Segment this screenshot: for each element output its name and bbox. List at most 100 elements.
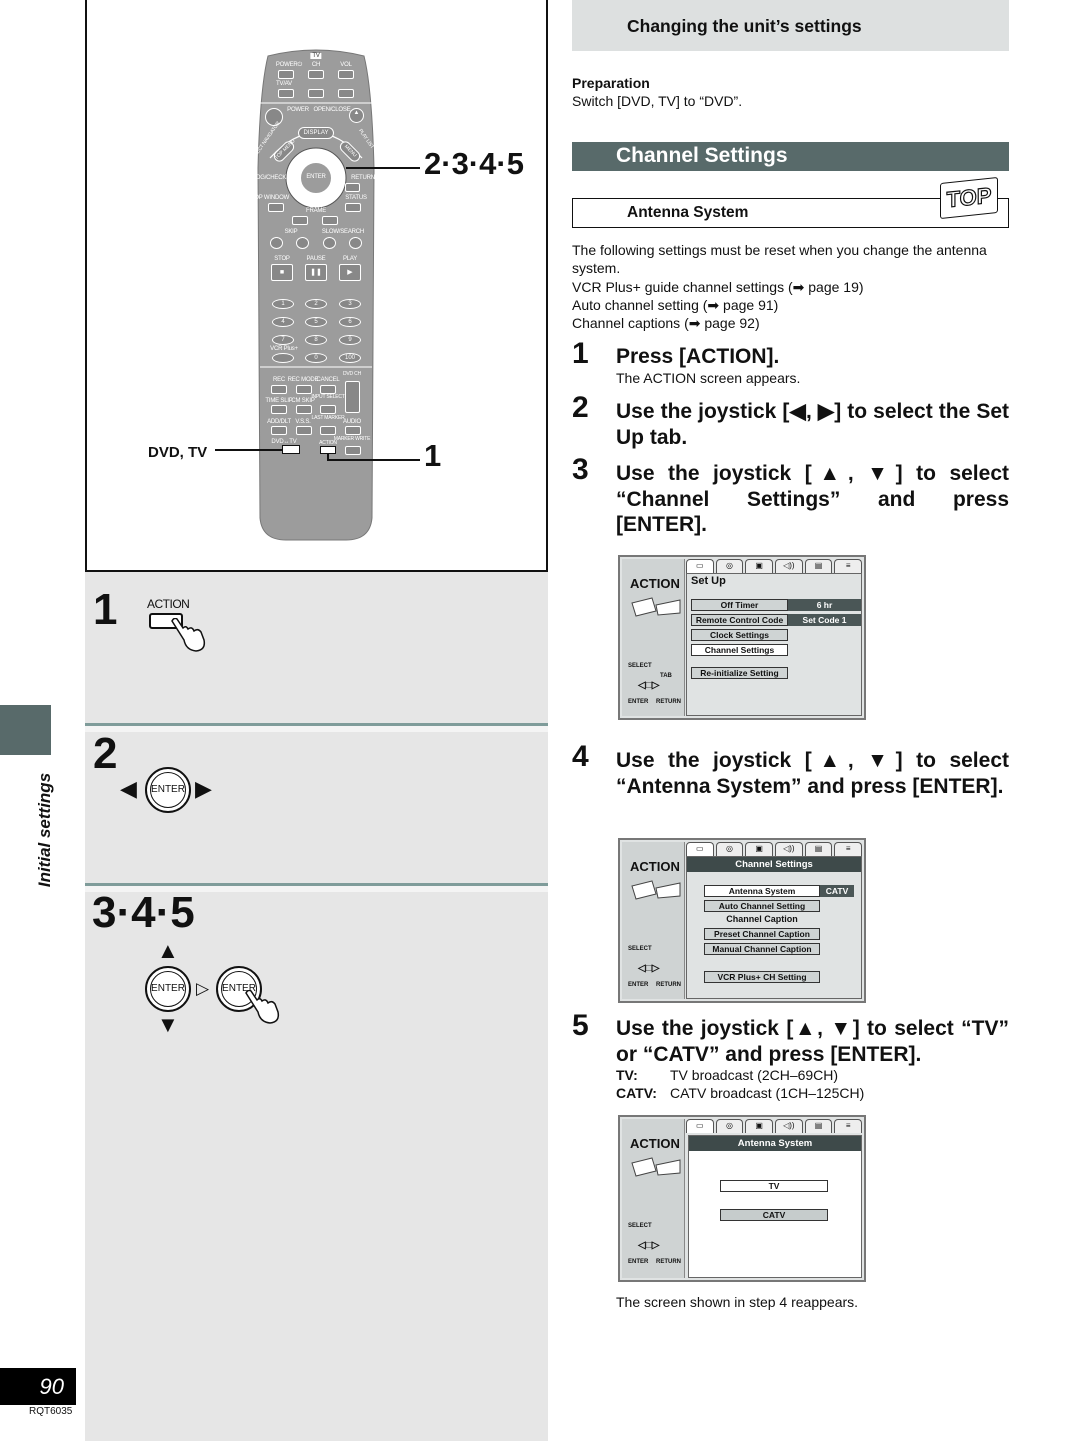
tvav-label: TV/AV [276,81,292,87]
search-back-button[interactable] [323,237,336,249]
callout-steps: 2·3·4·5 [424,146,524,181]
dvd-recorder-icon [631,1157,681,1177]
tv-power-button[interactable] [278,70,294,79]
channel-settings-screen: ACTION SELECT ◁□▷ ENTER RETURN ▭ ◎ ▣ ◁)) ▤ ≡ … [618,838,866,1003]
time-slip-button[interactable] [271,405,287,414]
time-slip-label: TIME SLIP [265,398,293,404]
num-button[interactable]: 9 [339,335,361,345]
return-button[interactable] [345,183,360,192]
audio-button[interactable] [345,426,361,435]
action-button[interactable] [320,446,336,454]
audio-label: AUDIO [342,419,362,425]
search-forward-button[interactable] [349,237,362,249]
input-select-button[interactable] [320,405,336,414]
joystick-enter-button[interactable]: ENTER [306,174,326,180]
intro-link[interactable]: Channel captions (➡ page 92) [572,314,760,332]
menu-item-auto-channel-setting[interactable]: Auto Channel Setting [704,900,820,912]
option-tv[interactable]: TV [720,1180,828,1192]
rec-mode-button[interactable] [296,385,312,394]
pause-label: PAUSE [306,256,326,262]
dvd-ch-button[interactable] [345,381,360,413]
menu-item-clock-settings[interactable]: Clock Settings [691,629,788,641]
cm-skip-button[interactable] [296,405,312,414]
tab-setup-icon[interactable]: ▭ [686,842,714,856]
tab-display-icon[interactable]: ▤ [804,559,833,573]
top-window-button[interactable] [268,203,284,212]
vol-up-button[interactable] [338,70,354,79]
step-text: Use the joystick [◀, ▶] to select the Se… [616,400,1009,449]
intro-text: The following settings must be reset whe… [572,242,987,276]
tab-display-icon[interactable]: ▤ [804,842,833,856]
tab-other-icon[interactable]: ≡ [834,842,863,856]
display-button[interactable]: DISPLAY [298,127,334,139]
tab-audio-icon[interactable]: ◁)) [775,842,803,856]
status-button[interactable] [345,203,361,212]
tab-picture-icon[interactable]: ▣ [745,559,774,573]
stop-label: STOP [274,256,290,262]
num-button[interactable]: 0 [305,353,327,363]
eject-button[interactable]: ▲ [349,108,364,123]
tab-disc-icon[interactable]: ◎ [715,842,744,856]
num-button[interactable]: 7 [272,335,294,345]
ch-up-button[interactable] [308,70,324,79]
num-button[interactable]: 4 [272,317,294,327]
cancel-button[interactable] [320,385,336,394]
vcr-plus-button[interactable] [272,353,294,363]
menu-item-off-timer[interactable]: Off Timer [691,599,788,611]
vss-button[interactable] [296,426,312,435]
num-button[interactable]: 8 [305,335,327,345]
tab-audio-icon[interactable]: ◁)) [775,1119,803,1133]
num-button[interactable]: 1 [272,299,294,309]
skip-forward-button[interactable] [296,237,309,249]
skip-back-button[interactable] [270,237,283,249]
intro-link[interactable]: Auto channel setting (➡ page 91) [572,296,778,314]
osd-select-label: SELECT [628,663,652,669]
stop-button[interactable]: ■ [271,264,293,281]
num-button[interactable]: 6 [339,317,361,327]
dvd-recorder-icon [631,880,681,900]
menu-item-remote-control-code[interactable]: Remote Control Code [691,614,788,626]
tab-picture-icon[interactable]: ▣ [745,842,774,856]
ch-down-button[interactable] [308,89,324,98]
tab-other-icon[interactable]: ≡ [834,559,863,573]
tab-disc-icon[interactable]: ◎ [715,1119,744,1133]
top-window-label: TOP WINDOW [250,195,290,201]
play-button[interactable]: ▶ [339,264,361,281]
tab-audio-icon[interactable]: ◁)) [775,559,803,573]
frame-label: FRAME [305,208,327,214]
vol-down-button[interactable] [338,89,354,98]
frame-back-button[interactable] [292,216,308,225]
frame-forward-button[interactable] [322,216,338,225]
osd-return-label: RETURN [656,699,681,705]
last-marker-button[interactable] [320,426,336,435]
menu-item-antenna-system[interactable]: Antenna System [704,885,820,897]
menu-item-vcr-plus-ch-setting[interactable]: VCR Plus+ CH Setting [704,971,820,983]
tab-display-icon[interactable]: ▤ [804,1119,833,1133]
tab-setup-icon[interactable]: ▭ [686,559,714,573]
tvav-button[interactable] [278,89,294,98]
intro-link[interactable]: VCR Plus+ guide channel settings (➡ page… [572,278,864,296]
rec-button[interactable] [271,385,287,394]
menu-item-reinitialize-setting[interactable]: Re-initialize Setting [691,667,788,679]
menu-item-channel-settings[interactable]: Channel Settings [691,644,788,656]
step-text: Use the joystick [▲, ▼] to select “Chann… [616,462,1009,536]
num-button[interactable]: 100 [339,353,361,363]
dvd-tv-switch[interactable] [282,445,300,454]
num-button[interactable]: 3 [339,299,361,309]
tab-setup-icon[interactable]: ▭ [686,1119,714,1133]
num-button[interactable]: 2 [305,299,327,309]
menu-value: Set Code 1 [788,614,861,626]
status-label: STATUS [345,195,367,201]
add-dlt-button[interactable] [271,426,287,435]
tab-disc-icon[interactable]: ◎ [715,559,744,573]
num-button[interactable]: 5 [305,317,327,327]
option-catv[interactable]: CATV [720,1209,828,1221]
menu-item-preset-channel-caption[interactable]: Preset Channel Caption [704,928,820,940]
tab-picture-icon[interactable]: ▣ [745,1119,774,1133]
option-label: TV: [616,1067,638,1083]
marker-write-button[interactable] [345,446,361,455]
menu-item-manual-channel-caption[interactable]: Manual Channel Caption [704,943,820,955]
pause-button[interactable]: ❚❚ [305,264,327,281]
tab-other-icon[interactable]: ≡ [834,1119,863,1133]
osd-tabs: ▭ ◎ ▣ ◁)) ▤ ≡ [686,1119,863,1133]
